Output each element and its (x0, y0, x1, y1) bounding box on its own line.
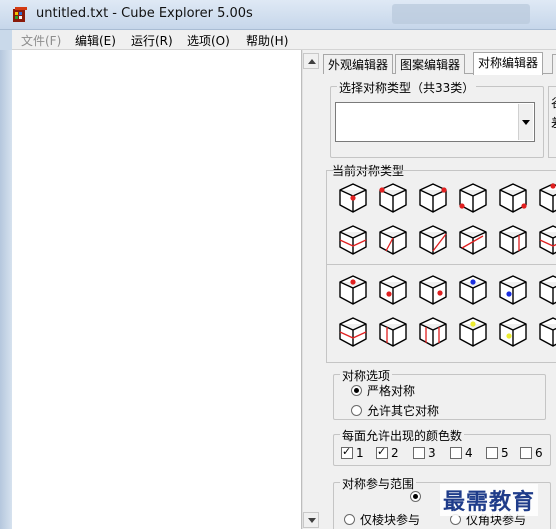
cube-grid-divider (326, 264, 556, 265)
symmetry-cube-icon[interactable] (457, 224, 489, 256)
color-count-4-checkbox[interactable]: 4 (450, 446, 473, 460)
symmetry-type-select[interactable] (335, 102, 535, 142)
colors-per-face-group: 每面允许出现的颜色数 (333, 427, 551, 466)
color-count-6-checkbox[interactable]: 6 (520, 446, 543, 460)
symmetry-cube-icon[interactable] (537, 224, 556, 256)
symmetry-cube-icon[interactable] (457, 316, 489, 348)
arrow-down-icon (308, 518, 316, 523)
symmetry-cube-icon[interactable] (457, 274, 489, 306)
symmetry-cube-icon[interactable] (497, 274, 529, 306)
color-count-4-label: 4 (465, 446, 473, 460)
symmetry-cube-icon[interactable] (537, 274, 556, 306)
participation-all-radio[interactable] (410, 490, 426, 504)
tab-appearance-editor[interactable]: 外观编辑器 (323, 54, 394, 74)
radio-selected-icon (351, 385, 362, 396)
arrow-up-icon (308, 59, 316, 64)
symmetry-cube-icon[interactable] (337, 224, 369, 256)
symmetry-cube-icon[interactable] (337, 274, 369, 306)
color-count-1-label: 1 (356, 446, 364, 460)
window-title: untitled.txt - Cube Explorer 5.00s (36, 6, 253, 21)
edges-only-radio[interactable]: 仅棱块参与 (344, 511, 420, 528)
symmetry-cube-icon[interactable] (417, 316, 449, 348)
allow-other-symmetry-radio[interactable]: 允许其它对称 (351, 402, 439, 419)
colors-per-face-legend: 每面允许出现的颜色数 (340, 427, 465, 444)
symmetry-cube-icon[interactable] (497, 182, 529, 214)
strict-symmetry-label: 严格对称 (367, 384, 416, 398)
symmetry-cube-icon[interactable] (417, 274, 449, 306)
symmetry-cube-icon[interactable] (377, 182, 409, 214)
symmetry-cube-icon[interactable] (377, 224, 409, 256)
dropdown-button[interactable] (518, 104, 533, 140)
radio-icon (344, 514, 355, 525)
radio-selected-icon (410, 491, 421, 502)
tab-pattern-editor[interactable]: 图案编辑器 (395, 54, 466, 74)
menu-options[interactable]: 选项(O) (187, 32, 230, 49)
scroll-up-button[interactable] (303, 53, 319, 69)
menu-run[interactable]: 运行(R) (131, 32, 173, 49)
color-count-6-label: 6 (535, 446, 543, 460)
tab-more[interactable] (552, 54, 556, 74)
color-count-3-checkbox[interactable]: 3 (413, 446, 436, 460)
tab-strip: 外观编辑器 图案编辑器 对称编辑器 (323, 52, 556, 75)
window-frame (0, 50, 12, 529)
scroll-down-button[interactable] (303, 512, 319, 528)
symmetry-cube-icon[interactable] (537, 182, 556, 214)
participation-legend: 对称参与范围 (340, 475, 417, 492)
allow-other-symmetry-label: 允许其它对称 (367, 404, 440, 418)
strict-symmetry-radio[interactable]: 严格对称 (351, 382, 415, 399)
color-count-1-checkbox[interactable]: 1 (341, 445, 364, 460)
symmetry-cube-icon[interactable] (497, 224, 529, 256)
text-editor-area[interactable] (12, 50, 302, 529)
radio-icon (351, 405, 362, 416)
symmetry-select-legend: 选择对称类型（共33类） (337, 79, 477, 96)
tab-symmetry-editor[interactable]: 对称编辑器 (473, 52, 544, 75)
color-count-5-label: 5 (501, 446, 509, 460)
symmetry-cube-icon[interactable] (417, 182, 449, 214)
symmetry-cube-icon[interactable] (417, 224, 449, 256)
menu-file[interactable]: 文件(F) (21, 32, 61, 49)
watermark-logo: 最需教育 (440, 484, 539, 516)
symmetry-cube-icon[interactable] (337, 316, 369, 348)
chevron-down-icon (522, 120, 530, 125)
vertical-scrollbar[interactable] (302, 50, 319, 529)
color-count-5-checkbox[interactable]: 5 (486, 446, 509, 460)
symmetry-cube-icon[interactable] (377, 316, 409, 348)
side-label-2: 差 (551, 114, 556, 131)
symmetry-cube-icon[interactable] (337, 182, 369, 214)
title-bar: untitled.txt - Cube Explorer 5.00s (0, 0, 556, 30)
menu-edit[interactable]: 编辑(E) (75, 32, 116, 49)
cube-app-icon (13, 7, 27, 22)
symmetry-cube-icon[interactable] (537, 316, 556, 348)
color-count-2-label: 2 (391, 446, 399, 460)
symmetry-cube-icon[interactable] (377, 274, 409, 306)
edges-only-label: 仅棱块参与 (360, 513, 421, 527)
menu-help[interactable]: 帮助(H) (246, 32, 288, 49)
color-count-2-checkbox[interactable]: 2 (376, 445, 399, 460)
background-window-tab (392, 4, 530, 24)
symmetry-cube-icon[interactable] (497, 316, 529, 348)
symmetry-cube-icon[interactable] (457, 182, 489, 214)
side-label-1: 谷 (551, 94, 556, 111)
menu-bar: 文件(F) 编辑(E) 运行(R) 选项(O) 帮助(H) (12, 30, 556, 50)
color-count-3-label: 3 (428, 446, 436, 460)
